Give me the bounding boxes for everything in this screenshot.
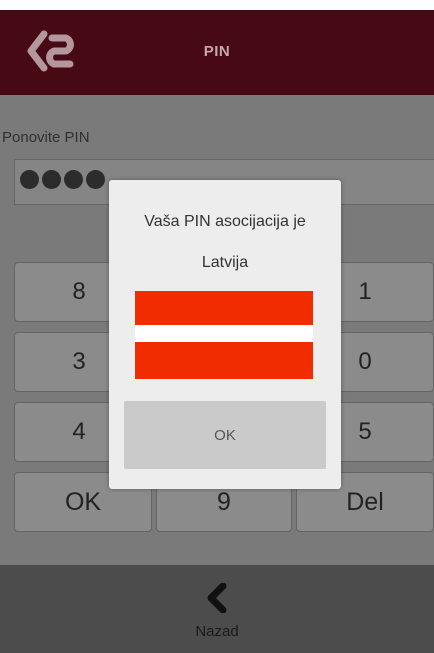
header-bar: PIN <box>0 10 434 95</box>
pin-dots <box>20 170 105 189</box>
pin-dot <box>42 170 61 189</box>
back-button[interactable]: Nazad <box>0 623 434 640</box>
flag-stripe-middle <box>135 325 313 342</box>
pin-dot <box>20 170 39 189</box>
chevron-left-icon[interactable] <box>203 583 233 613</box>
flag-stripe-top <box>135 291 313 325</box>
pin-label: Ponovite PIN <box>2 129 90 146</box>
dialog-country: Latvija <box>201 254 249 271</box>
ok-button[interactable]: OK <box>124 401 326 469</box>
pin-dot <box>86 170 105 189</box>
dialog-message: Vaša PIN asocijacija je <box>144 213 306 230</box>
pin-dot <box>64 170 83 189</box>
footer-bar: Nazad <box>0 565 434 653</box>
pin-association-dialog: Vaša PIN asocijacija je Latvija OK <box>109 180 341 489</box>
page-title: PIN <box>203 43 231 60</box>
flag-stripe-bottom <box>135 342 313 379</box>
latvia-flag <box>135 291 313 379</box>
